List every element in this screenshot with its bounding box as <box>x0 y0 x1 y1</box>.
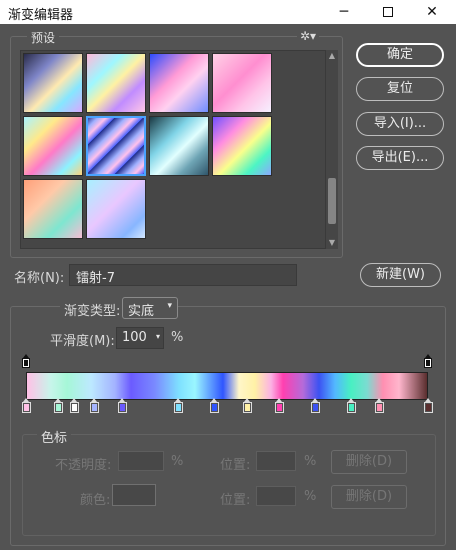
opacity-stop[interactable] <box>22 354 30 368</box>
chevron-down-icon: ▾ <box>167 301 172 311</box>
delete-color-stop-button[interactable]: 删除(D) <box>331 485 407 509</box>
color-stop[interactable] <box>423 398 433 413</box>
smoothness-value: 100 <box>122 330 147 345</box>
smoothness-label: 平滑度(M): <box>50 334 115 349</box>
ok-button[interactable]: 确定 <box>356 43 444 67</box>
opacity-stop[interactable] <box>424 354 432 368</box>
scroll-up-icon[interactable]: ▲ <box>326 50 338 62</box>
color-stop[interactable] <box>347 398 357 413</box>
color-stop[interactable] <box>375 398 385 413</box>
color-location-unit: % <box>304 489 317 504</box>
window-title: 渐变编辑器 <box>8 8 74 23</box>
smoothness-input[interactable]: 100 ▾ <box>116 327 164 349</box>
export-button[interactable]: 导出(E)... <box>356 146 444 170</box>
title-bar: 渐变编辑器 ─ ✕ <box>0 0 456 24</box>
color-stop[interactable] <box>117 398 127 413</box>
color-stop-legend: 色标 <box>37 427 72 446</box>
color-location-label: 位置: <box>220 493 251 508</box>
delete-opacity-stop-button[interactable]: 删除(D) <box>331 450 407 474</box>
gradient-type-label: 渐变类型: <box>60 300 125 319</box>
color-stop[interactable] <box>174 398 184 413</box>
minimize-icon: ─ <box>339 4 349 20</box>
color-stop[interactable] <box>274 398 284 413</box>
gradient-type-value: 实底 <box>128 304 155 319</box>
smoothness-unit: % <box>171 330 184 345</box>
preset-swatch[interactable] <box>212 53 272 113</box>
opacity-input[interactable] <box>118 451 164 471</box>
color-stop[interactable] <box>53 398 63 413</box>
preset-swatch[interactable] <box>86 116 146 176</box>
opacity-location-unit: % <box>304 454 317 469</box>
scroll-thumb[interactable] <box>328 178 336 224</box>
color-location-input[interactable] <box>256 486 296 506</box>
minimize-button[interactable]: ─ <box>322 0 366 24</box>
opacity-location-label: 位置: <box>220 458 251 473</box>
name-label: 名称(N): <box>14 271 65 286</box>
presets-group: 预设 ✲▾ ▲ ▼ <box>10 29 343 258</box>
preset-swatch[interactable] <box>149 53 209 113</box>
color-stop[interactable] <box>210 398 220 413</box>
color-stop[interactable] <box>69 398 79 413</box>
close-icon: ✕ <box>426 4 438 20</box>
close-button[interactable]: ✕ <box>410 0 454 24</box>
name-input[interactable]: 镭射-7 <box>69 264 297 286</box>
preset-swatch[interactable] <box>23 116 83 176</box>
preset-swatch[interactable] <box>23 53 83 113</box>
gradient-type-select[interactable]: 实底 ▾ <box>122 297 178 319</box>
color-label: 颜色: <box>80 493 111 508</box>
preset-swatch[interactable] <box>86 53 146 113</box>
gear-icon[interactable]: ✲▾ <box>297 29 320 43</box>
reset-button[interactable]: 复位 <box>356 77 444 101</box>
gradient-editor-dialog: 预设 ✲▾ ▲ ▼ 确定 复位 导入(I)... 导出(E)... 名称(N):… <box>0 24 456 550</box>
color-stop[interactable] <box>21 398 31 413</box>
preset-swatch[interactable] <box>86 179 146 239</box>
preset-swatch[interactable] <box>149 116 209 176</box>
chevron-down-icon: ▾ <box>155 332 160 341</box>
presets-label: 预设 <box>27 29 60 46</box>
import-button[interactable]: 导入(I)... <box>356 112 444 136</box>
opacity-unit: % <box>171 454 184 469</box>
maximize-button[interactable] <box>366 0 410 24</box>
color-picker-swatch[interactable] <box>112 484 156 506</box>
preset-swatch-grid <box>20 50 326 249</box>
opacity-label: 不透明度: <box>55 458 112 473</box>
preset-scrollbar[interactable]: ▲ ▼ <box>326 50 338 249</box>
maximize-icon <box>383 7 393 17</box>
scroll-down-icon[interactable]: ▼ <box>326 237 338 249</box>
color-stop[interactable] <box>89 398 99 413</box>
gradient-preview-bar[interactable] <box>26 372 428 400</box>
opacity-location-input[interactable] <box>256 451 296 471</box>
color-stop[interactable] <box>310 398 320 413</box>
preset-swatch[interactable] <box>23 179 83 239</box>
color-stop[interactable] <box>242 398 252 413</box>
preset-swatch[interactable] <box>212 116 272 176</box>
new-button[interactable]: 新建(W) <box>360 263 441 287</box>
